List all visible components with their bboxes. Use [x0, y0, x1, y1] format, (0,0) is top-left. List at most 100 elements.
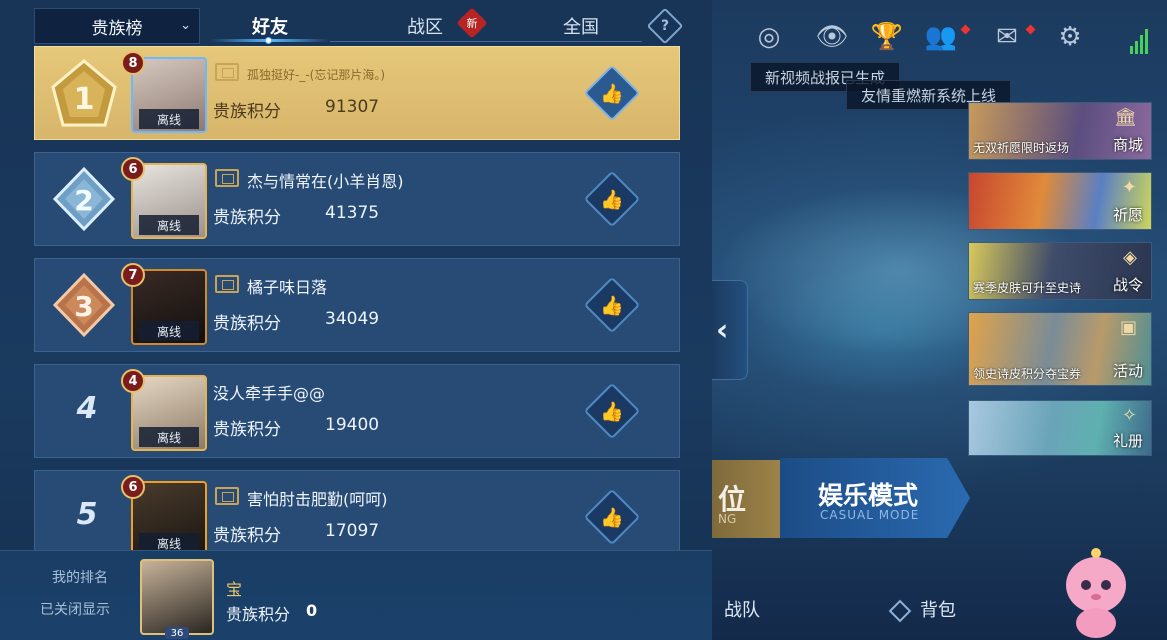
- promo-card-event[interactable]: ▣ 领史诗皮积分夺宝券 活动: [968, 312, 1152, 386]
- giftbook-icon: ✧: [1121, 405, 1137, 426]
- eye-icon[interactable]: 👁: [815, 20, 849, 54]
- tab-label: 战区: [407, 17, 443, 38]
- my-rank-hidden-text: 已关闭显示: [40, 602, 110, 618]
- ranked-mode-sub: NG: [718, 512, 737, 526]
- my-player-name: 宝: [226, 580, 243, 599]
- like-button[interactable]: 👍: [583, 276, 641, 334]
- player-nickname: 橘子味日落: [247, 278, 328, 297]
- event-icon: ▣: [1119, 317, 1137, 338]
- score-value: 17097: [325, 521, 380, 541]
- network-signal-icon: [1130, 24, 1150, 54]
- rank-number: 3: [74, 290, 93, 323]
- help-icon[interactable]: ?: [646, 7, 684, 45]
- promo-caption: 无双祈愿限时返场: [973, 141, 1070, 155]
- rank-number: 5: [76, 497, 98, 532]
- nameplate-icon: [215, 487, 239, 505]
- tab-label: 好友: [252, 17, 288, 38]
- mail-icon[interactable]: ✉: [990, 20, 1024, 54]
- score-label: 贵族积分: [213, 208, 281, 228]
- chevron-left-icon: ‹: [716, 313, 729, 348]
- rank-number: 2: [74, 184, 93, 217]
- tab-national[interactable]: 全国: [545, 10, 617, 42]
- rank-number: 4: [76, 391, 98, 426]
- leaderboard-panel: 贵族榜 ⌄ 好友 战区 新 全国 ? 1 离线 8 孤独挺好-_-(忘记那片海。…: [0, 0, 712, 640]
- player-nickname: 害怕肘击肥勤(呵呵): [247, 490, 388, 509]
- score-label: 贵族积分: [213, 420, 281, 440]
- team-nav-button[interactable]: 战队: [724, 596, 760, 622]
- offline-status: 离线: [139, 427, 199, 447]
- promo-label: 礼册: [1112, 432, 1143, 450]
- record-icon[interactable]: ◎: [752, 20, 786, 54]
- noble-level-badge: 8: [121, 51, 145, 75]
- casual-mode-button[interactable]: 娱乐模式 CASUAL MODE: [780, 458, 970, 538]
- my-rank-bar: 我的排名 已关闭显示 36 宝 贵族积分 0: [0, 550, 712, 640]
- thumbs-up-icon: 👍: [600, 400, 624, 423]
- leaderboard-row[interactable]: 1 离线 8 孤独挺好-_-(忘记那片海。) 贵族积分 91307 👍: [34, 46, 680, 140]
- my-score-value: 0: [306, 601, 318, 620]
- settings-icon[interactable]: ⚙: [1053, 20, 1087, 54]
- nameplate-icon: [215, 275, 239, 293]
- bag-nav-label: 背包: [920, 600, 956, 621]
- my-avatar[interactable]: [140, 559, 214, 635]
- bag-icon: [888, 599, 912, 623]
- score-label: 贵族积分: [213, 314, 281, 334]
- promo-card-giftbook[interactable]: ✧ 礼册: [968, 400, 1152, 456]
- thumbs-up-icon: 👍: [600, 506, 624, 529]
- leaderboard-row[interactable]: 2 离线 6 杰与情常在(小羊肖恩) 贵族积分 41375 👍: [34, 152, 680, 246]
- my-rank-label: 我的排名: [52, 570, 108, 586]
- leaderboard-row[interactable]: 3 离线 7 橘子味日落 贵族积分 34049 👍: [34, 258, 680, 352]
- bronze-rank-medal-icon: 3: [52, 272, 116, 338]
- my-level-badge: 36: [165, 627, 189, 639]
- score-value: 41375: [325, 203, 380, 223]
- help-glyph: ?: [660, 18, 670, 34]
- casual-mode-sub: CASUAL MODE: [820, 508, 920, 522]
- promo-label: 祈愿: [1112, 206, 1143, 224]
- notification-dot: [1025, 24, 1036, 35]
- rank-number: 1: [74, 82, 95, 117]
- promo-caption: 领史诗皮积分夺宝券: [973, 367, 1082, 381]
- active-tab-dot: [265, 37, 272, 44]
- like-button[interactable]: 👍: [583, 382, 641, 440]
- dropdown-label: 贵族榜: [91, 18, 143, 39]
- noble-level-badge: 7: [121, 263, 145, 287]
- promo-card-wish[interactable]: ✦ 祈愿: [968, 172, 1152, 230]
- new-badge-text: 新: [466, 17, 478, 30]
- trophy-icon[interactable]: 🏆: [870, 20, 904, 54]
- friends-icon[interactable]: 👥: [924, 20, 958, 54]
- leaderboard-type-dropdown[interactable]: 贵族榜 ⌄: [34, 8, 200, 44]
- collapse-panel-button[interactable]: ‹: [712, 280, 748, 380]
- casual-mode-title: 娱乐模式: [818, 481, 919, 510]
- gold-rank-medal-icon: 1: [51, 59, 117, 127]
- bag-nav-button[interactable]: 背包: [888, 596, 956, 623]
- mascot-icon[interactable]: [1058, 545, 1134, 640]
- noble-level-badge: 4: [121, 369, 145, 393]
- promo-card-shop[interactable]: 🏛 无双祈愿限时返场 商城: [968, 102, 1152, 160]
- chevron-down-icon: ⌄: [180, 18, 191, 33]
- promo-label: 活动: [1112, 362, 1143, 380]
- offline-status: 离线: [139, 109, 199, 129]
- tab-region[interactable]: 战区: [390, 10, 460, 42]
- wish-icon: ✦: [1121, 177, 1137, 198]
- leaderboard-header: 贵族榜 ⌄ 好友 战区 新 全国 ?: [0, 0, 712, 46]
- score-value: 19400: [325, 415, 380, 435]
- noble-level-badge: 6: [121, 157, 145, 181]
- thumbs-up-icon: 👍: [600, 294, 624, 317]
- notification-dot: [960, 24, 971, 35]
- like-button[interactable]: 👍: [583, 170, 641, 228]
- new-badge: 新: [456, 7, 488, 39]
- nameplate-icon: [215, 169, 239, 187]
- promo-card-battlepass[interactable]: ◈ 赛季皮肤可升至史诗 战令: [968, 242, 1152, 300]
- thumbs-up-icon: 👍: [600, 82, 624, 105]
- thumbs-up-icon: 👍: [600, 188, 624, 211]
- score-label: 贵族积分: [213, 526, 281, 546]
- like-button[interactable]: 👍: [583, 488, 641, 546]
- noble-level-badge: 6: [121, 475, 145, 499]
- my-score-label: 贵族积分: [226, 605, 291, 624]
- like-button[interactable]: 👍: [583, 64, 641, 122]
- offline-status: 离线: [139, 215, 199, 235]
- promo-label: 商城: [1112, 136, 1143, 154]
- leaderboard-row[interactable]: 4 离线 4 没人牵手手@@ 贵族积分 19400 👍: [34, 364, 680, 458]
- promo-caption: 赛季皮肤可升至史诗: [973, 281, 1082, 295]
- score-value: 34049: [325, 309, 380, 329]
- promo-label: 战令: [1112, 276, 1143, 294]
